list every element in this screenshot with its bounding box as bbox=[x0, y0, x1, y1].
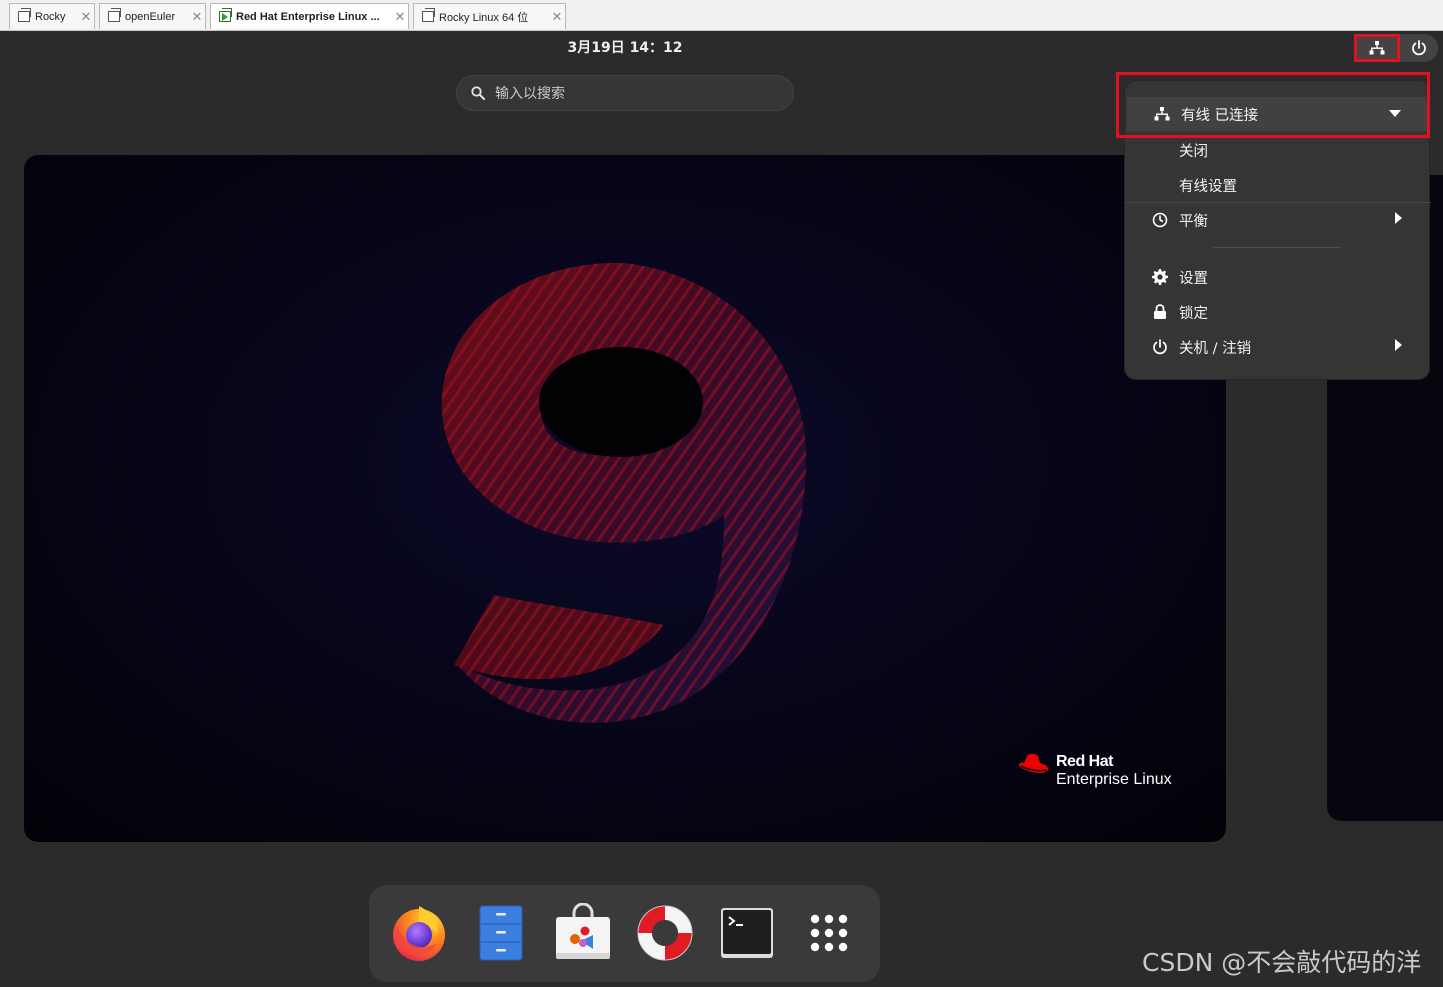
menu-item-label: 平衡 bbox=[1179, 213, 1208, 230]
search-bar[interactable]: 输入以搜索 bbox=[456, 75, 794, 111]
menu-item-label: 锁定 bbox=[1179, 305, 1208, 322]
menu-item-label: 关闭 bbox=[1179, 143, 1208, 160]
dock-show-applications[interactable] bbox=[799, 903, 859, 963]
terminal-icon bbox=[721, 908, 773, 958]
rhel-9-wallpaper bbox=[441, 262, 807, 723]
network-wired-icon bbox=[1369, 41, 1385, 55]
vm-tab-rocky-linux-64[interactable]: Rocky Linux 64 位 ✕ bbox=[413, 3, 566, 29]
clock[interactable]: 3月19日 14：12 bbox=[0, 37, 1250, 57]
menu-item-network-off[interactable]: 关闭 bbox=[1125, 133, 1431, 167]
power-icon bbox=[1412, 40, 1426, 56]
vm-icon bbox=[422, 8, 435, 22]
software-icon bbox=[556, 902, 610, 959]
power-icon bbox=[1151, 339, 1169, 355]
search-input[interactable]: 输入以搜索 bbox=[495, 83, 565, 103]
dock-files[interactable] bbox=[471, 903, 531, 963]
vm-tab-rocky[interactable]: Rocky ✕ bbox=[9, 3, 95, 29]
close-icon[interactable]: ✕ bbox=[392, 9, 408, 25]
vm-icon bbox=[18, 8, 31, 22]
menu-item-settings[interactable]: 设置 bbox=[1125, 260, 1431, 294]
menu-item-shutdown[interactable]: 关机 / 注销 bbox=[1125, 330, 1431, 364]
dock-help[interactable] bbox=[635, 903, 695, 963]
vm-running-icon bbox=[219, 8, 232, 22]
files-icon bbox=[479, 905, 523, 961]
vm-tab-openeuler[interactable]: openEuler ✕ bbox=[99, 3, 206, 29]
redhat-hat-icon bbox=[1019, 753, 1048, 773]
app-grid-icon bbox=[810, 914, 848, 952]
dock bbox=[369, 885, 880, 982]
menu-item-wired-settings[interactable]: 有线设置 bbox=[1125, 168, 1431, 202]
menu-item-label: 关机 / 注销 bbox=[1179, 340, 1252, 357]
menu-item-lock[interactable]: 锁定 bbox=[1125, 295, 1431, 329]
power-profile-icon bbox=[1151, 212, 1169, 228]
menu-item-power-mode[interactable]: 平衡 bbox=[1125, 203, 1431, 237]
dock-software[interactable] bbox=[553, 902, 613, 963]
dock-firefox[interactable] bbox=[389, 903, 449, 963]
network-status-button[interactable] bbox=[1354, 34, 1400, 62]
chevron-right-icon bbox=[1395, 212, 1403, 228]
divider bbox=[1213, 247, 1341, 248]
vm-icon bbox=[108, 8, 121, 22]
menu-item-label: 设置 bbox=[1179, 270, 1208, 287]
close-icon[interactable]: ✕ bbox=[78, 9, 94, 25]
gear-icon bbox=[1151, 269, 1169, 285]
system-menu-button[interactable] bbox=[1400, 34, 1438, 62]
menu-item-label: 有线设置 bbox=[1179, 178, 1237, 195]
workspace-thumbnail[interactable]: Red Hat Enterprise Linux bbox=[24, 155, 1226, 842]
search-icon bbox=[471, 86, 485, 100]
close-icon[interactable]: ✕ bbox=[549, 9, 565, 25]
vm-tab-bar: Rocky ✕ openEuler ✕ Red Hat Enterprise L… bbox=[0, 0, 1443, 31]
help-icon bbox=[637, 905, 693, 961]
vm-tab-rhel[interactable]: Red Hat Enterprise Linux ... ✕ bbox=[210, 3, 409, 29]
lock-icon bbox=[1151, 304, 1169, 320]
watermark: CSDN @不会敲代码的洋 bbox=[1142, 948, 1422, 977]
close-icon[interactable]: ✕ bbox=[189, 9, 205, 25]
firefox-icon bbox=[393, 906, 445, 961]
dock-terminal[interactable] bbox=[717, 903, 777, 963]
annotation-highlight-box bbox=[1116, 72, 1430, 138]
redhat-logo: Red Hat Enterprise Linux bbox=[1018, 753, 1172, 789]
chevron-right-icon bbox=[1395, 339, 1403, 355]
